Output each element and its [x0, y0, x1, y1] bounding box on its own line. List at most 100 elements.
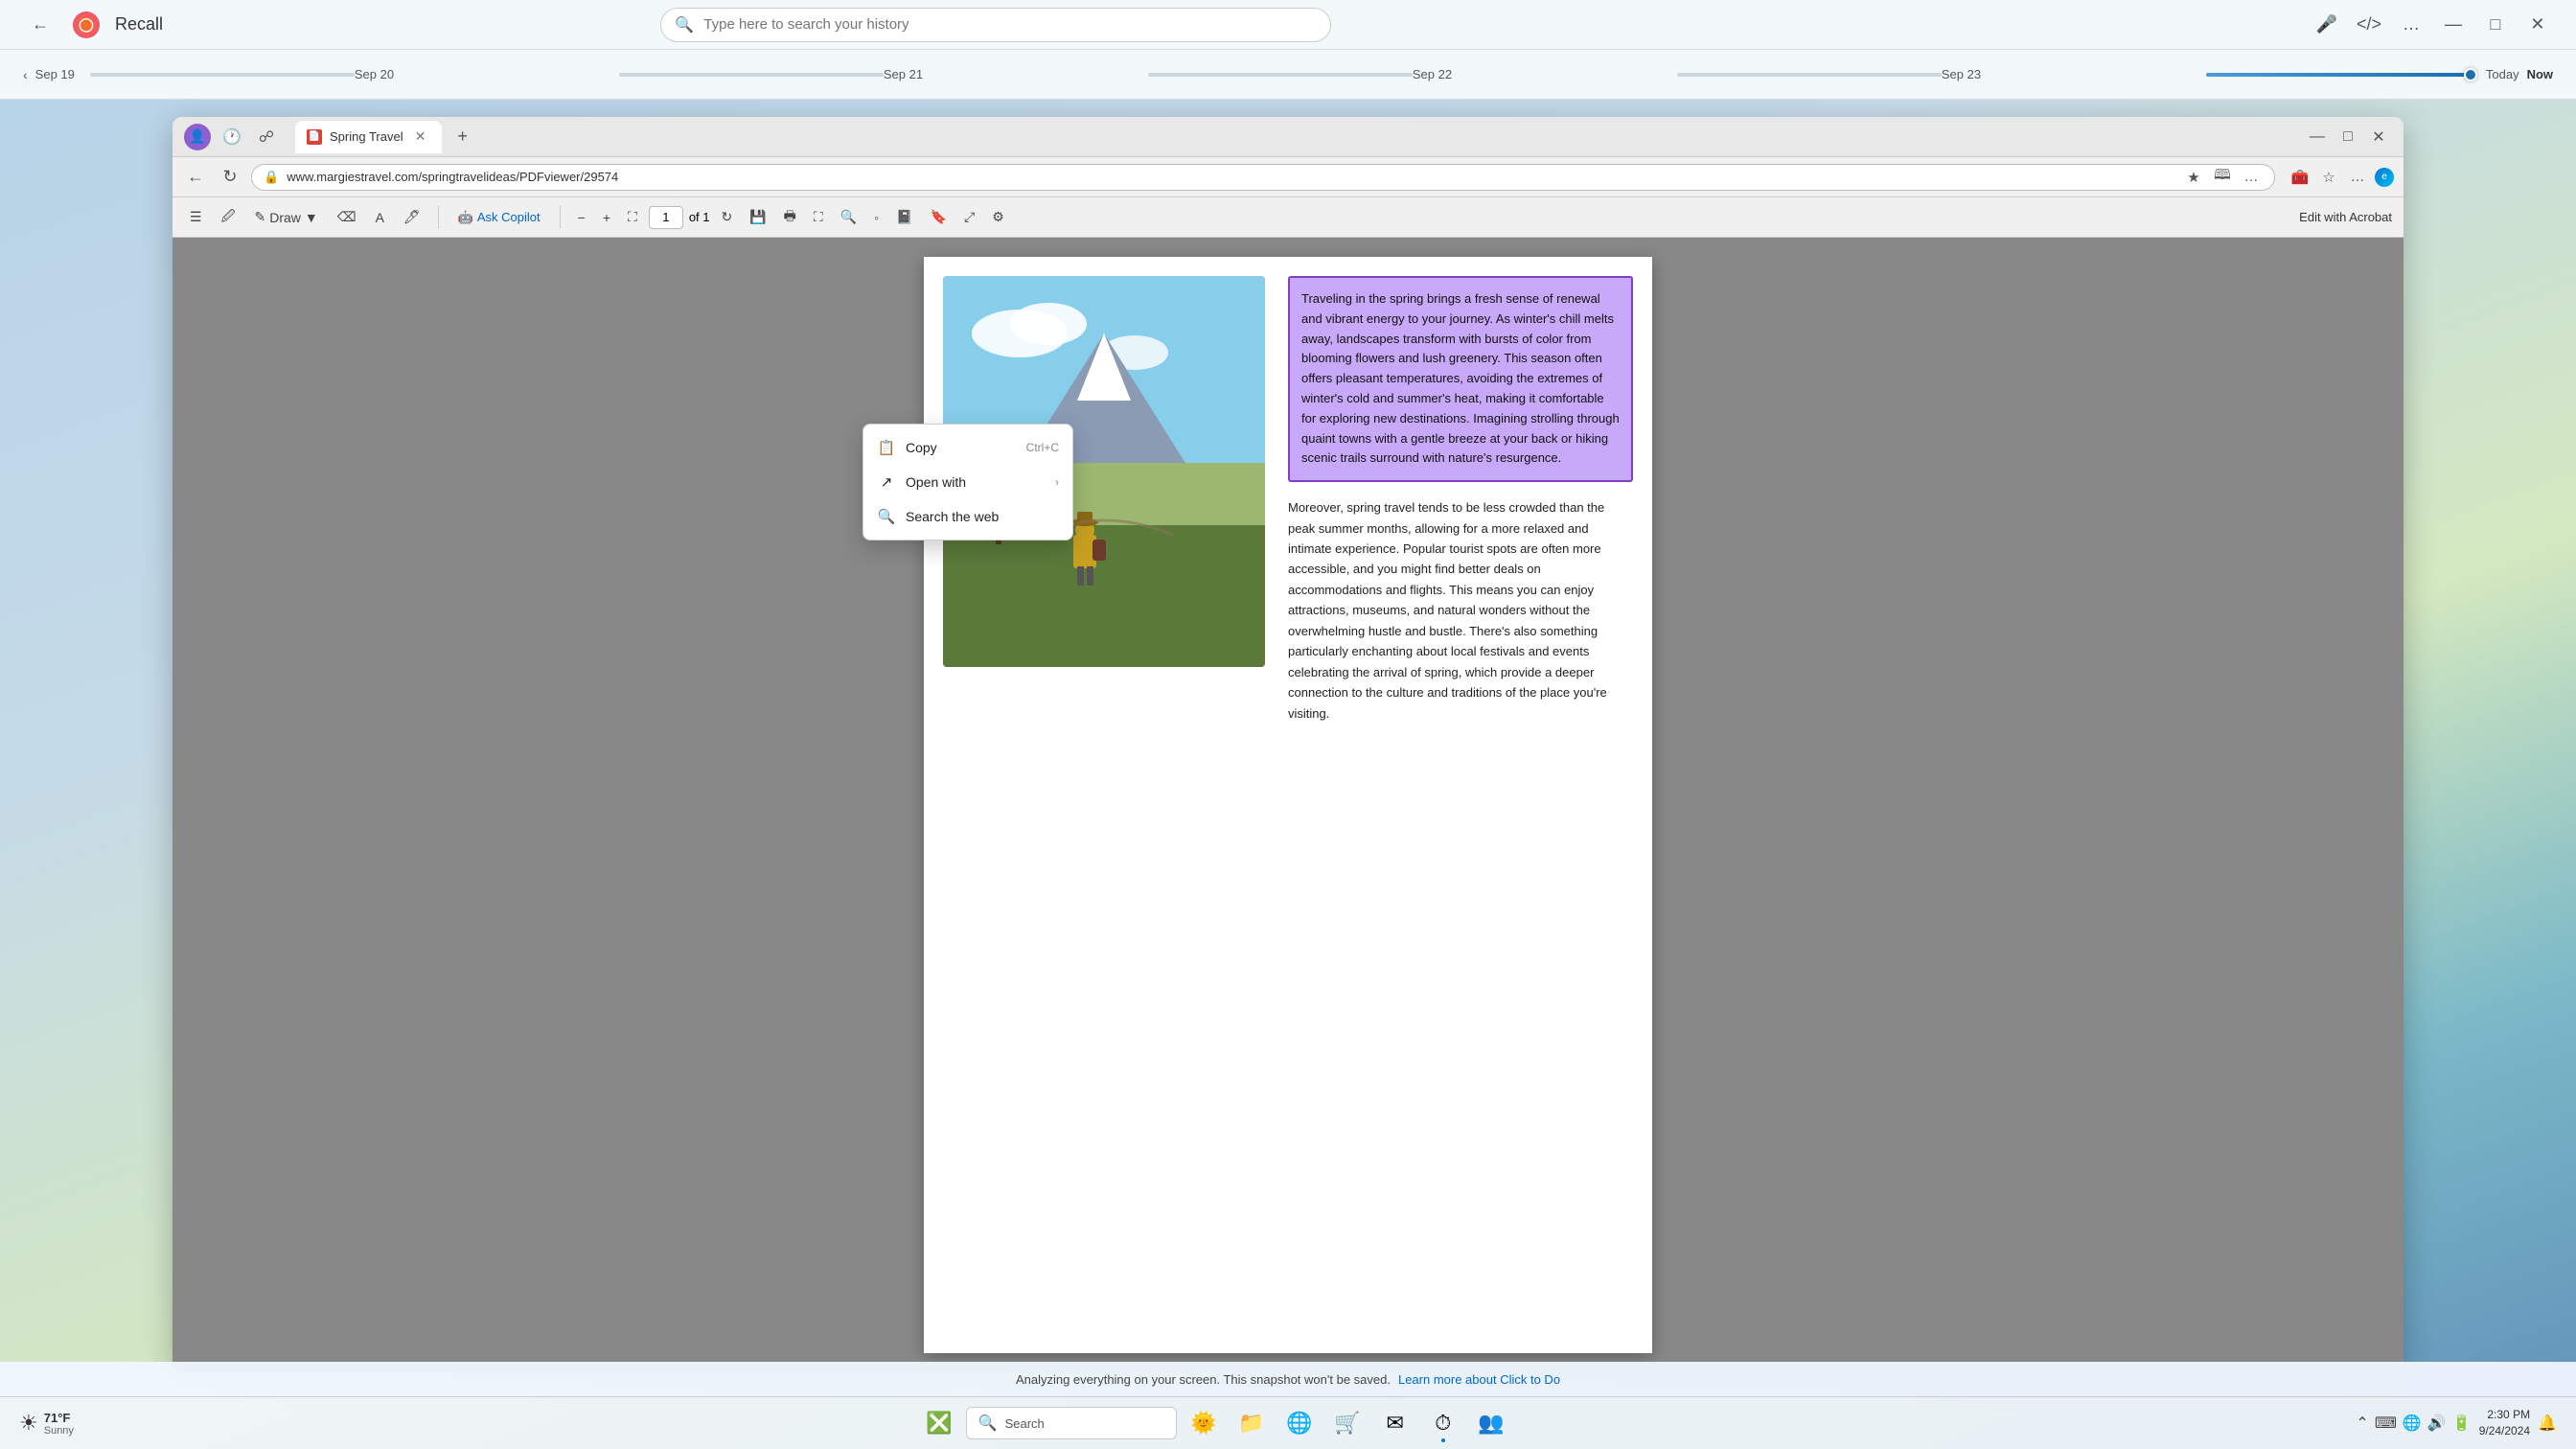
timeline-sep21[interactable]: Sep 21 [884, 67, 1148, 81]
tab-close-button[interactable]: ✕ [411, 127, 430, 147]
timeline-sep23[interactable]: Sep 23 [1942, 67, 2206, 81]
history-search-input[interactable] [703, 16, 1317, 33]
taskbar-mail-app[interactable]: ✉ [1374, 1402, 1416, 1444]
expand-button[interactable]: ⤢ [958, 204, 980, 231]
page-number-input[interactable] [649, 206, 683, 229]
browser-more-icon[interactable]: … [2240, 166, 2263, 189]
add-favorites-icon[interactable]: ☆ [2317, 166, 2340, 189]
toolbar-separator-2 [560, 206, 561, 229]
context-copy-item[interactable]: 📋 Copy Ctrl+C [924, 430, 1072, 465]
taskbar-search-box[interactable]: 🔍 Search [966, 1407, 1177, 1439]
fullscreen-button[interactable]: ⛶ [808, 204, 829, 231]
battery-icon[interactable]: 🔋 [2452, 1414, 2472, 1433]
timeline-sep22[interactable]: Sep 22 [1413, 67, 1677, 81]
taskbar-store-app[interactable]: 🛒 [1326, 1402, 1368, 1444]
fit-page-button[interactable]: ⛶ [622, 204, 643, 231]
browser-refresh-button[interactable]: ↻ [217, 164, 243, 191]
window-maximize-button[interactable]: □ [2334, 124, 2361, 150]
pdf-draw-button[interactable]: ✎ Draw ▼ [249, 204, 324, 231]
recall-title: Recall [115, 14, 163, 34]
page-navigation: − + ⛶ of 1 ↻ 💾 🖶 ⛶ 🔍 ◦ 📓 🔖 ⤢ ⚙ [572, 204, 1010, 231]
back-button[interactable]: ← [23, 8, 58, 42]
weather-widget[interactable]: ☀ 71°F Sunny [19, 1411, 74, 1437]
zoom-out-button[interactable]: − [572, 204, 591, 231]
bookmark-button[interactable]: 🔖 [925, 204, 953, 231]
history-search-box[interactable]: 🔍 [660, 8, 1331, 42]
layout-button[interactable]: ◦ [868, 204, 885, 231]
open-with-label: Open with [924, 474, 966, 490]
active-tab[interactable]: 📄 Spring Travel ✕ [295, 121, 442, 153]
timeline-now-label: Now [2527, 67, 2553, 81]
browser-back-button[interactable]: ← [182, 164, 209, 191]
main-content-area: 👤 🕐 ☍ 📄 Spring Travel ✕ + — □ ✕ ← ↻ 🔒 ww… [0, 100, 2576, 1449]
window-minimize-button[interactable]: — [2304, 124, 2331, 150]
extensions-icon[interactable]: 🧰 [2288, 166, 2312, 189]
recall-logo-icon: ◯ [73, 12, 100, 38]
taskbar-file-explorer-app[interactable]: 📁 [1230, 1402, 1273, 1444]
timeline-today[interactable]: Today [2486, 67, 2519, 81]
taskbar-recall-app[interactable]: ⏱ [1422, 1402, 1464, 1444]
print-button[interactable]: 🖶 [778, 204, 802, 231]
minimize-button[interactable]: — [2438, 10, 2469, 40]
context-open-with-item[interactable]: ↗ Open with › [924, 465, 1072, 499]
taskbar-right-section: ⌃ ⌨ 🌐 🔊 🔋 2:30 PM 9/24/2024 🔔 [2356, 1407, 2557, 1439]
close-button[interactable]: ✕ [2522, 10, 2553, 40]
reading-view-icon[interactable]: 🕮 [2211, 166, 2234, 189]
pdf-toolbar: ☰ 🖉 ✎ Draw ▼ ⌫ A 🖊 🤖 Ask Copilot − + ⛶ o… [172, 197, 2404, 238]
ask-copilot-button[interactable]: 🤖 Ask Copilot [450, 210, 548, 225]
taskbar-teams-app[interactable]: 👥 [1470, 1402, 1512, 1444]
more-options-icon[interactable]: … [2396, 10, 2426, 40]
pdf-text-button[interactable]: A [370, 204, 390, 231]
keyboard-icon[interactable]: ⌨ [2375, 1414, 2397, 1433]
pdf-annotate-button[interactable]: 🖉 [216, 204, 242, 231]
pencil-icon: ✎ [255, 209, 266, 225]
notification-bar: Analyzing everything on your screen. Thi… [0, 1362, 2576, 1396]
favorites-icon[interactable]: ★ [2182, 166, 2205, 189]
timeline-sep20[interactable]: Sep 20 [355, 67, 619, 81]
maximize-button[interactable]: □ [2480, 10, 2511, 40]
network-icon[interactable]: 🌐 [2403, 1414, 2422, 1433]
two-page-button[interactable]: 📓 [890, 204, 918, 231]
taskbar-search-icon: 🔍 [978, 1414, 998, 1433]
highlighted-paragraph[interactable]: Traveling in the spring brings a fresh s… [1288, 276, 1633, 482]
profile-icon[interactable]: 👤 [184, 124, 211, 150]
url-bar[interactable]: 🔒 www.margiestravel.com/springtravelidea… [251, 164, 2275, 191]
taskbar-search-label: Search [1005, 1416, 1045, 1431]
pdf-eraser-button[interactable]: ⌫ [332, 204, 362, 231]
toolbar-separator-1 [438, 206, 439, 229]
pdf-list-view-button[interactable]: ☰ [184, 204, 208, 231]
browser-settings-icon[interactable]: … [2346, 166, 2369, 189]
window-close-button[interactable]: ✕ [2365, 124, 2392, 150]
browser-window: 👤 🕐 ☍ 📄 Spring Travel ✕ + — □ ✕ ← ↻ 🔒 ww… [172, 117, 2404, 1372]
pdf-search-button[interactable]: 🔍 [835, 204, 862, 231]
save-pdf-button[interactable]: 💾 [744, 204, 771, 231]
microphone-icon[interactable]: 🎤 [2312, 10, 2342, 40]
page-total-label: of 1 [689, 210, 710, 224]
context-search-web-item[interactable]: 🔍 Search the web [924, 499, 1072, 534]
new-tab-button[interactable]: + [449, 124, 476, 150]
timeline-label-sep19: Sep 19 [35, 67, 75, 81]
system-tray-icons: ⌃ ⌨ 🌐 🔊 🔋 [2356, 1414, 2471, 1433]
volume-icon[interactable]: 🔊 [2427, 1414, 2447, 1433]
start-button[interactable]: ❎ [918, 1402, 960, 1444]
pdf-settings-button[interactable]: ⚙ [986, 204, 1010, 231]
clock-widget[interactable]: 2:30 PM 9/24/2024 [2479, 1407, 2530, 1439]
taskbar-edge-app[interactable]: 🌐 [1278, 1402, 1321, 1444]
expand-tray-icon[interactable]: ⌃ [2356, 1414, 2368, 1433]
pdf-ink-button[interactable]: 🖊 [398, 204, 426, 231]
notification-center-icon[interactable]: 🔔 [2538, 1414, 2557, 1433]
timeline-sep19[interactable]: ‹ Sep 19 [23, 67, 75, 82]
taskbar-widgets-app[interactable]: 🌞 [1183, 1402, 1225, 1444]
window-controls: — □ ✕ [2304, 124, 2392, 150]
address-right-icons: ★ 🕮 … [2182, 166, 2263, 189]
bookmarks-icon[interactable]: ☍ [253, 124, 280, 150]
notification-link[interactable]: Learn more about Click to Do [1398, 1372, 1560, 1387]
taskbar: ☀ 71°F Sunny ❎ 🔍 Search 🌞 📁 🌐 🛒 ✉ ⏱ 👥 ⌃ … [0, 1396, 2576, 1449]
history-icon[interactable]: 🕐 [218, 124, 245, 150]
zoom-in-button[interactable]: + [597, 204, 616, 231]
code-view-icon[interactable]: </> [2354, 10, 2384, 40]
rotate-button[interactable]: ↻ [716, 204, 739, 231]
copy-shortcut: Ctrl+C [1026, 441, 1059, 454]
timeline-label-sep22: Sep 22 [1413, 67, 1452, 81]
edit-acrobat-button[interactable]: Edit with Acrobat [2299, 210, 2392, 224]
